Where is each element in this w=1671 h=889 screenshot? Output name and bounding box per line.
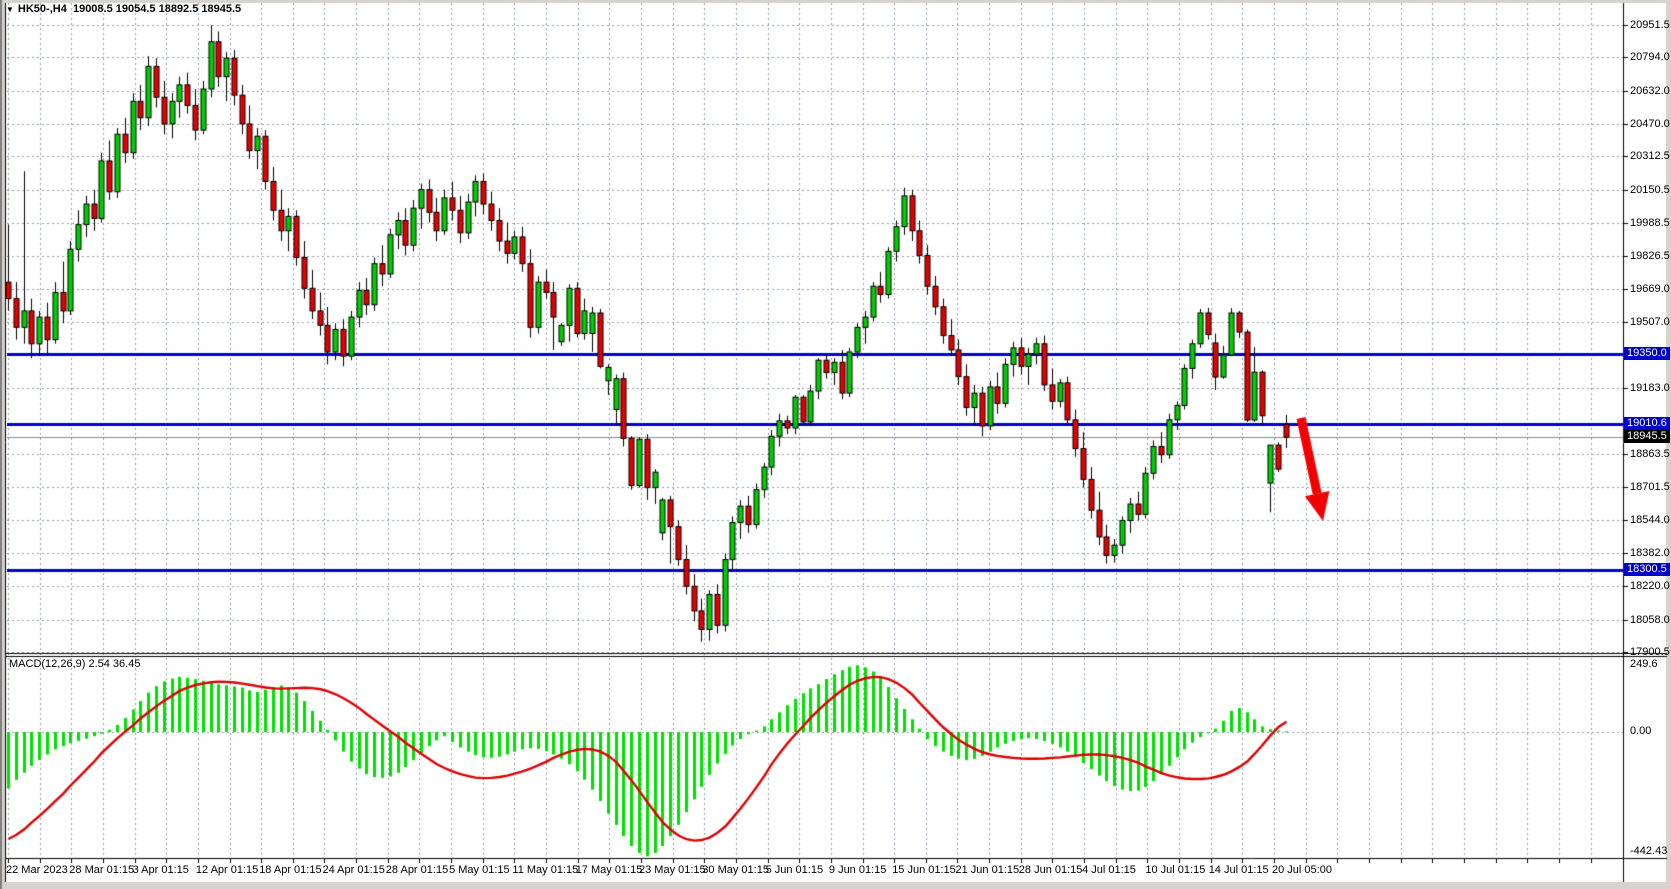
price-axis-label: 17900.5 <box>1630 646 1670 659</box>
price-axis-label: 20312.5 <box>1630 150 1670 163</box>
symbol-timeframe-label: HK50-,H4 <box>18 3 67 15</box>
time-axis-label: 28 Jun 01:15 <box>1019 864 1083 877</box>
time-axis-label: 15 Jun 01:15 <box>892 864 956 877</box>
price-axis-label: 20951.5 <box>1630 19 1670 32</box>
price-chart-canvas[interactable] <box>0 0 1671 889</box>
price-axis-label: 19669.0 <box>1630 283 1670 296</box>
price-axis-label: 19988.5 <box>1630 217 1670 230</box>
time-axis-label: 4 Jul 01:15 <box>1082 864 1136 877</box>
price-axis-label: 20470.0 <box>1630 118 1670 131</box>
time-axis-label: 18 Apr 01:15 <box>259 864 321 877</box>
chart-header: ▼ HK50-,H4 19008.5 19054.5 18892.5 18945.… <box>6 3 241 15</box>
price-axis-label: 18382.0 <box>1630 547 1670 560</box>
time-axis-label: 5 Jun 01:15 <box>766 864 824 877</box>
time-axis-label: 30 May 01:15 <box>702 864 769 877</box>
time-axis-label: 14 Jul 01:15 <box>1209 864 1269 877</box>
price-level-tag[interactable]: 19010.6 <box>1624 417 1670 430</box>
time-axis-label: 20 Jul 05:00 <box>1272 864 1332 877</box>
price-level-tag[interactable]: 19350.0 <box>1624 347 1670 360</box>
price-axis-label: 20794.0 <box>1630 51 1670 64</box>
price-level-tag[interactable]: 18300.5 <box>1624 563 1670 576</box>
time-axis-label: 11 May 01:15 <box>512 864 578 877</box>
current-price-tag: 18945.5 <box>1624 430 1670 443</box>
price-axis-label: 18220.0 <box>1630 580 1670 593</box>
macd-axis-label: -442.43 <box>1630 845 1667 858</box>
price-axis-label: 19826.5 <box>1630 250 1670 263</box>
time-axis-label: 9 Jun 01:15 <box>829 864 887 877</box>
time-axis-label: 10 Jul 01:15 <box>1145 864 1205 877</box>
macd-indicator-label: MACD(12,26,9) 2.54 36.45 <box>9 658 140 670</box>
price-axis-label: 20150.5 <box>1630 184 1670 197</box>
price-axis-label: 20632.0 <box>1630 85 1670 98</box>
time-axis-label: 22 Mar 2023 <box>6 864 68 877</box>
time-axis-label: 24 Apr 01:15 <box>323 864 385 877</box>
time-axis-label: 23 May 01:15 <box>639 864 706 877</box>
price-axis-label: 18544.0 <box>1630 514 1670 527</box>
time-axis-label: 5 May 01:15 <box>449 864 510 877</box>
time-axis-label: 12 Apr 01:15 <box>196 864 258 877</box>
price-axis-label: 18058.0 <box>1630 614 1670 627</box>
time-axis-label: 17 May 01:15 <box>576 864 643 877</box>
price-axis-label: 18863.5 <box>1630 448 1670 461</box>
macd-axis-label: 249.6 <box>1630 658 1658 671</box>
ohlc-values: 19008.5 19054.5 18892.5 18945.5 <box>73 3 241 15</box>
symbol-dropdown-icon[interactable]: ▼ <box>6 5 14 14</box>
time-axis-label: 28 Apr 01:15 <box>386 864 448 877</box>
chart-window: { "header": { "dropdown_glyph": "▼", "sy… <box>0 0 1671 889</box>
price-axis-label: 18701.5 <box>1630 481 1670 494</box>
time-axis-label: 21 Jun 01:15 <box>956 864 1020 877</box>
macd-axis-label: 0.00 <box>1630 725 1651 738</box>
time-axis-label: 28 Mar 01:15 <box>69 864 134 877</box>
time-axis-label: 3 Apr 01:15 <box>133 864 189 877</box>
price-axis-label: 19183.0 <box>1630 382 1670 395</box>
price-axis-label: 19507.0 <box>1630 316 1670 329</box>
